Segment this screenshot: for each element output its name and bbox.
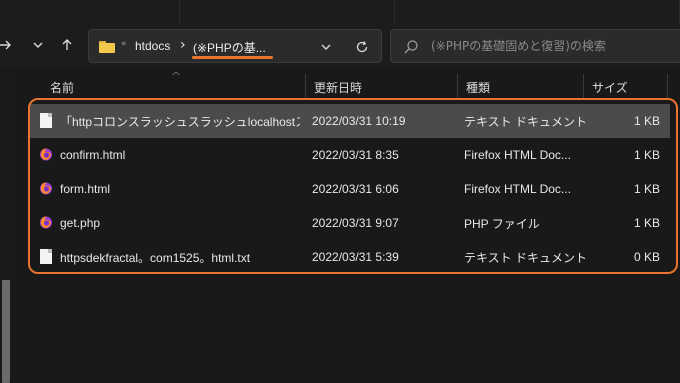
- navigation-pane-scrollbar[interactable]: [0, 68, 12, 383]
- forward-icon[interactable]: [0, 34, 16, 56]
- search-input[interactable]: [431, 30, 676, 62]
- title-strip: [0, 0, 680, 24]
- search-icon: [403, 39, 419, 55]
- breadcrumb-htdocs[interactable]: htdocs: [135, 39, 170, 53]
- search-box[interactable]: [390, 29, 680, 63]
- recent-locations-chevron-icon[interactable]: [27, 34, 49, 56]
- column-header: 名前 更新日時 種類 サイズ: [30, 74, 680, 100]
- scrollbar-thumb[interactable]: [2, 280, 10, 383]
- folder-icon: [99, 41, 115, 53]
- up-arrow-icon[interactable]: [56, 34, 78, 56]
- annotation-highlight-box: [28, 98, 678, 274]
- breadcrumb-separator-icon[interactable]: ›: [180, 37, 186, 53]
- refresh-icon[interactable]: [353, 38, 371, 56]
- address-dropdown-icon[interactable]: [317, 38, 335, 56]
- column-header-size[interactable]: サイズ: [584, 74, 668, 100]
- breadcrumb-overflow[interactable]: «: [121, 39, 127, 49]
- column-header-date[interactable]: 更新日時: [306, 74, 458, 100]
- breadcrumb-current-folder[interactable]: (※PHPの基...: [193, 39, 266, 56]
- column-header-name[interactable]: 名前: [42, 74, 306, 100]
- navigation-bar: « htdocs › (※PHPの基...: [0, 24, 680, 68]
- column-header-type[interactable]: 種類: [458, 74, 584, 100]
- annotation-underline: [192, 56, 273, 59]
- address-bar[interactable]: « htdocs › (※PHPの基...: [88, 29, 382, 63]
